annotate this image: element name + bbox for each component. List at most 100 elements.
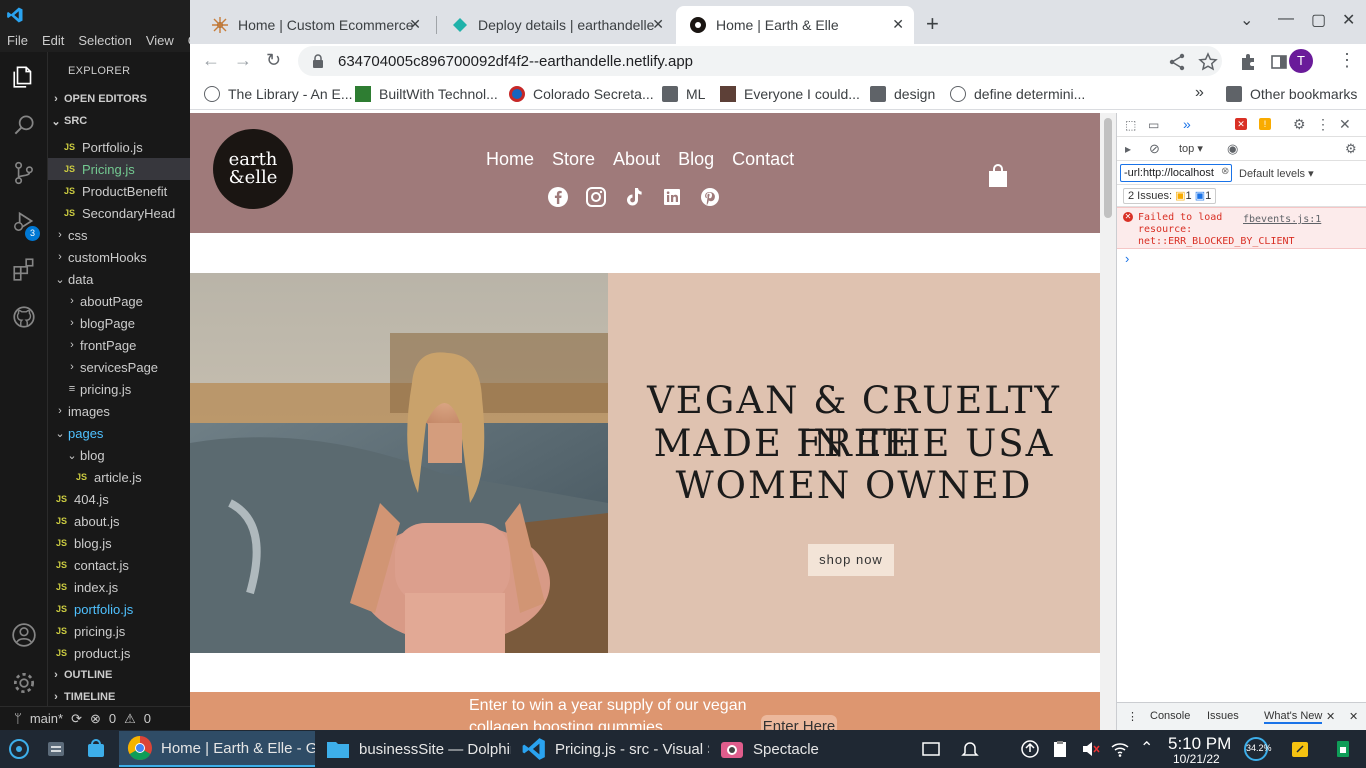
devtools-menu-icon[interactable]: ⋮	[1316, 116, 1330, 132]
nav-blog[interactable]: Blog	[678, 149, 714, 170]
device-toolbar-icon[interactable]: ▭	[1148, 118, 1162, 132]
side-panel-icon[interactable]	[1269, 52, 1289, 72]
menu-file[interactable]: File	[0, 30, 35, 52]
tree-file[interactable]: JS contact.js	[48, 554, 190, 576]
task-chrome[interactable]: Home | Earth & Elle - G...	[119, 731, 315, 767]
drawer-menu-icon[interactable]: ⋮	[1127, 710, 1138, 723]
sidebar-toggle-icon[interactable]: ▸	[1125, 142, 1139, 156]
nav-about[interactable]: About	[613, 149, 660, 170]
instagram-icon[interactable]	[585, 186, 607, 208]
address-bar[interactable]: 634704005c896700092df4f2--earthandelle.n…	[298, 46, 1222, 76]
pinterest-icon[interactable]	[699, 186, 721, 208]
bookmark-design[interactable]: design	[870, 86, 935, 102]
back-arrow-icon[interactable]: ←	[202, 50, 220, 71]
nav-home[interactable]: Home	[486, 149, 534, 170]
task-dolphin[interactable]: businessSite — Dolphin	[317, 731, 511, 767]
close-tab-icon[interactable]: ✕	[652, 16, 664, 33]
close-tab-icon[interactable]: ✕	[409, 16, 421, 33]
menu-selection[interactable]: Selection	[71, 30, 138, 52]
clear-filter-icon[interactable]: ⊗	[1221, 166, 1229, 177]
show-desktop-icon[interactable]	[921, 739, 941, 759]
tree-folder[interactable]: › images	[48, 400, 190, 422]
enter-here-button[interactable]: Enter Here	[761, 715, 837, 730]
drawer-tab-whats-new[interactable]: What's New	[1264, 710, 1323, 724]
issues-button[interactable]: 2 Issues: ▣1 ▣1	[1123, 188, 1217, 204]
tree-file[interactable]: JS portfolio.js	[48, 598, 190, 620]
devtools-close-icon[interactable]: ✕	[1339, 116, 1353, 132]
task-spectacle[interactable]: Spectacle	[711, 731, 907, 767]
app-launcher-icon[interactable]	[8, 738, 30, 760]
tiktok-icon[interactable]	[623, 186, 645, 208]
wifi-icon[interactable]	[1110, 739, 1130, 759]
battery-indicator[interactable]: 34.2%	[1244, 737, 1272, 761]
bookmark-colorado[interactable]: Colorado Secreta...	[509, 86, 654, 102]
warning-count[interactable]: 0	[144, 711, 151, 726]
explorer-section[interactable]: › OUTLINE	[48, 664, 190, 686]
discover-store-icon[interactable]	[86, 739, 106, 759]
tree-folder[interactable]: ⌄ data	[48, 268, 190, 290]
clock-time[interactable]: 5:10 PM	[1168, 734, 1231, 754]
folder-yellow-icon[interactable]	[1290, 739, 1310, 759]
tree-folder[interactable]: › blogPage	[48, 312, 190, 334]
sheets-icon[interactable]	[1333, 739, 1353, 759]
tree-file[interactable]: JS article.js	[48, 466, 190, 488]
error-count[interactable]: 0	[109, 711, 116, 726]
tree-file[interactable]: JS 404.js	[48, 488, 190, 510]
drawer-tab-console[interactable]: Console	[1150, 710, 1190, 722]
shop-now-button[interactable]: shop now	[808, 544, 894, 576]
tree-file[interactable]: JS about.js	[48, 510, 190, 532]
live-expression-eye-icon[interactable]: ◉	[1227, 141, 1241, 156]
explorer-section[interactable]: › OPEN EDITORS	[48, 88, 190, 110]
url-text[interactable]: 634704005c896700092df4f2--earthandelle.n…	[338, 53, 693, 70]
run-debug-icon[interactable]	[11, 208, 37, 234]
more-bookmarks-chevron-icon[interactable]: »	[1195, 84, 1204, 102]
console-prompt[interactable]: ›	[1125, 251, 1129, 266]
page-scrollbar[interactable]	[1100, 113, 1116, 730]
bookmark-library[interactable]: The Library - An E...	[204, 86, 353, 102]
tray-expand-chevron-icon[interactable]: ⌃	[1140, 738, 1160, 758]
tab-custom-ecommerce[interactable]: Home | Custom Ecommerce ✕	[198, 6, 431, 44]
updates-icon[interactable]	[1020, 739, 1040, 759]
notifications-bell-icon[interactable]	[960, 739, 980, 759]
warning-badge-icon[interactable]: !	[1259, 118, 1271, 130]
error-source-link[interactable]: fbevents.js:1	[1243, 214, 1321, 225]
more-tabs-chevron-icon[interactable]: »	[1183, 116, 1197, 132]
bookmark-builtwith[interactable]: BuiltWith Technol...	[355, 86, 498, 102]
drawer-tab-close-icon[interactable]: ✕	[1326, 710, 1335, 723]
log-levels-dropdown[interactable]: Default levels ▾	[1239, 167, 1314, 180]
clock-date[interactable]: 10/21/22	[1173, 752, 1220, 766]
new-tab-button[interactable]: +	[926, 11, 939, 37]
source-control-icon[interactable]	[11, 160, 37, 186]
explorer-section[interactable]: › TIMELINE	[48, 686, 190, 706]
devtools-settings-icon[interactable]: ⚙	[1293, 116, 1307, 132]
tree-file[interactable]: JS Portfolio.js	[48, 136, 190, 158]
clear-console-icon[interactable]: ⊘	[1149, 141, 1163, 156]
explorer-files-icon[interactable]	[11, 64, 37, 90]
tree-file[interactable]: JS ProductBenefit	[48, 180, 190, 202]
tab-search-chevron-icon[interactable]: ⌄	[1240, 10, 1253, 30]
extensions-puzzle-icon[interactable]	[1238, 52, 1258, 72]
tree-file[interactable]: JS blog.js	[48, 532, 190, 554]
git-branch-label[interactable]: main*	[30, 711, 63, 726]
tree-file[interactable]: JS index.js	[48, 576, 190, 598]
menu-edit[interactable]: Edit	[35, 30, 71, 52]
sync-icon[interactable]: ⟳	[71, 711, 82, 727]
nav-store[interactable]: Store	[552, 149, 595, 170]
tree-file[interactable]: JS Pricing.js	[48, 158, 190, 180]
profile-avatar[interactable]: T	[1289, 49, 1313, 73]
earth-elle-logo[interactable]: earth &elle	[213, 129, 293, 209]
tree-file[interactable]: JS SecondaryHead	[48, 202, 190, 224]
tree-folder[interactable]: ⌄ pages	[48, 422, 190, 444]
minimize-icon[interactable]: —	[1278, 10, 1294, 28]
error-badge-icon[interactable]: ✕	[1235, 118, 1247, 130]
reload-icon[interactable]: ↻	[266, 50, 281, 71]
nav-contact[interactable]: Contact	[732, 149, 794, 170]
settings-gear-icon[interactable]	[11, 670, 37, 696]
page-scrollbar-thumb[interactable]	[1104, 118, 1112, 218]
tree-file[interactable]: JS product.js	[48, 642, 190, 664]
account-icon[interactable]	[11, 622, 37, 648]
system-settings-icon[interactable]	[46, 739, 66, 759]
tree-folder[interactable]: › css	[48, 224, 190, 246]
tree-folder[interactable]: ⌄ blog	[48, 444, 190, 466]
console-settings-icon[interactable]: ⚙	[1345, 141, 1359, 156]
